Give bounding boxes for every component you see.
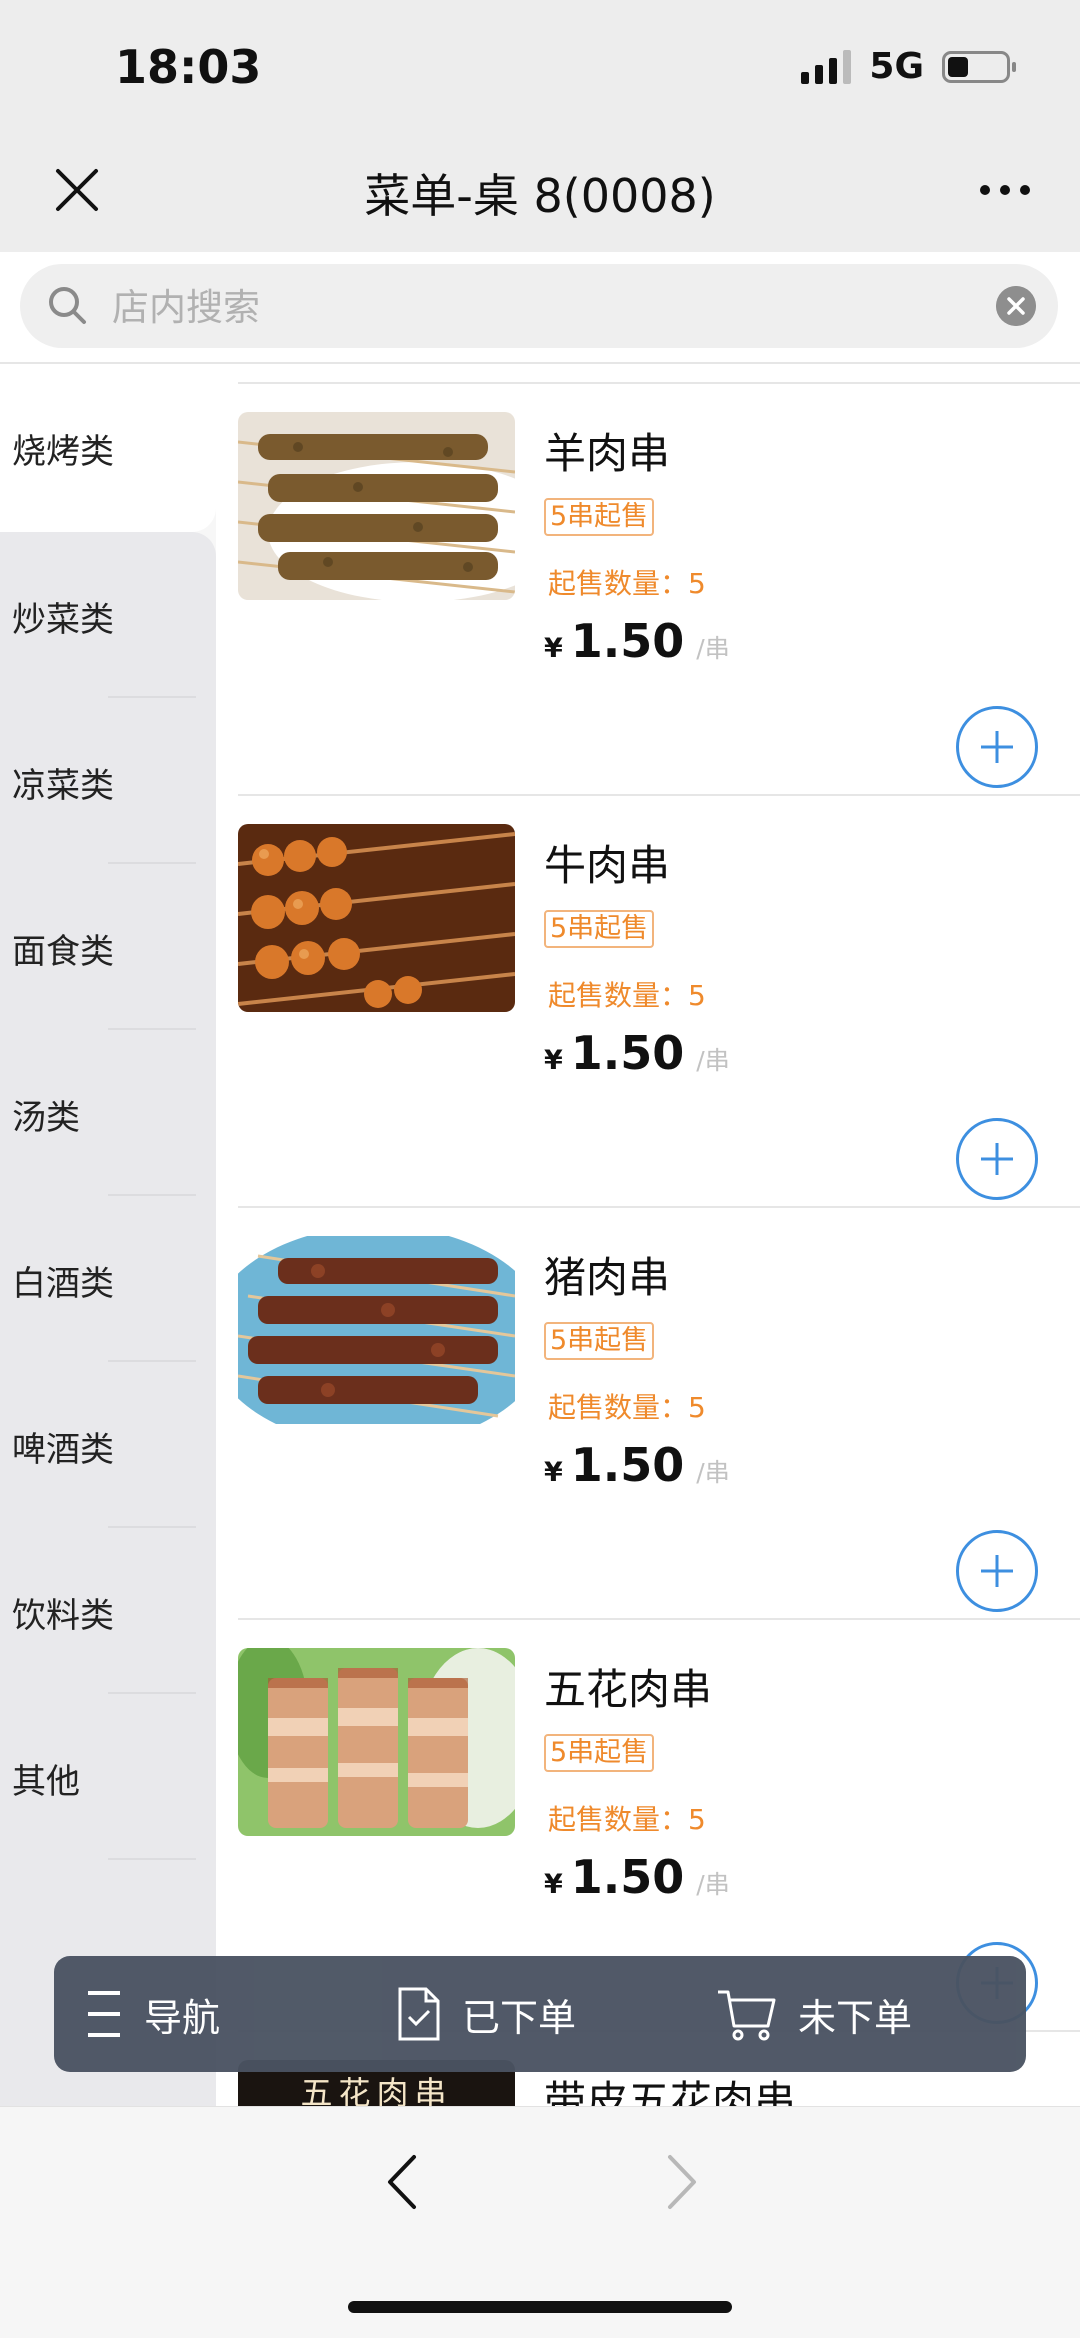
menu-list[interactable]: 羊肉串 5串起售 起售数量：5 ¥1.50/串 牛肉串 5串起售 起售数量：5 … xyxy=(238,364,1080,2106)
cart-icon xyxy=(718,1990,776,2041)
search-input[interactable] xyxy=(110,264,994,350)
menu-item[interactable]: 牛肉串 5串起售 起售数量：5 ¥1.50/串 xyxy=(238,796,1080,1208)
menu-item[interactable]: 羊肉串 5串起售 起售数量：5 ¥1.50/串 xyxy=(238,384,1080,796)
sidebar-item-label: 炒菜类 xyxy=(12,600,114,640)
thumb-caption: 五花肉串 xyxy=(300,2074,453,2106)
network-type: 5G xyxy=(869,46,924,87)
clear-icon[interactable] xyxy=(996,286,1036,326)
sidebar-item-label: 凉菜类 xyxy=(12,766,114,806)
more-icon[interactable] xyxy=(980,185,1030,195)
signal-icon xyxy=(801,49,852,84)
item-price: ¥1.50/串 xyxy=(544,1438,730,1492)
min-order-badge: 5串起售 xyxy=(544,910,655,948)
item-price: ¥1.50/串 xyxy=(544,1026,730,1080)
sidebar-item-label: 啤酒类 xyxy=(12,1430,114,1470)
menu-item[interactable]: 猪肉串 5串起售 起售数量：5 ¥1.50/串 xyxy=(238,1208,1080,1620)
food-image xyxy=(238,824,515,1012)
status-icons: 5G xyxy=(801,46,1016,87)
top-bar: 18:03 5G 菜单-桌 8(0008) xyxy=(0,0,1080,252)
price-unit: /串 xyxy=(696,634,730,663)
item-price: ¥1.50/串 xyxy=(544,1850,730,1904)
nav-label: 导航 xyxy=(144,1995,221,2040)
ordered-label: 已下单 xyxy=(462,1995,577,2040)
currency-symbol: ¥ xyxy=(544,1869,563,1900)
currency-symbol: ¥ xyxy=(544,1457,563,1488)
sidebar-item-label: 白酒类 xyxy=(12,1264,114,1304)
food-image xyxy=(238,1648,515,1836)
back-icon[interactable] xyxy=(380,2147,428,2217)
document-check-icon xyxy=(398,1987,440,2041)
ordered-button[interactable]: 已下单 xyxy=(396,1956,576,2072)
sidebar-item-noodles[interactable]: 面食类 xyxy=(0,864,216,1030)
price-unit: /串 xyxy=(696,1458,730,1487)
item-name: 猪肉串 xyxy=(544,1253,671,1302)
item-name: 羊肉串 xyxy=(544,429,671,478)
sidebar-item-drinks[interactable]: 饮料类 xyxy=(0,1528,216,1694)
currency-symbol: ¥ xyxy=(544,633,563,664)
sidebar-item-label: 其他 xyxy=(12,1762,80,1802)
currency-symbol: ¥ xyxy=(544,1045,563,1076)
status-time: 18:03 xyxy=(115,40,262,94)
min-order-badge: 5串起售 xyxy=(544,1734,655,1772)
sidebar-item-bbq[interactable]: 烧烤类 xyxy=(0,364,216,530)
item-price: ¥1.50/串 xyxy=(544,614,730,668)
price-value: 1.50 xyxy=(570,614,685,668)
item-name: 牛肉串 xyxy=(544,841,671,890)
food-image xyxy=(238,412,515,600)
nav-menu-button[interactable]: 导航 xyxy=(84,1956,220,2072)
sidebar-item-other[interactable]: 其他 xyxy=(0,1694,216,1860)
category-sidebar: 烧烤类 炒菜类 凉菜类 面食类 汤类 白酒类 啤酒类 饮料类 其他 xyxy=(0,364,216,2106)
bottom-toolbar xyxy=(0,2106,1080,2338)
search-bar xyxy=(0,252,1080,362)
min-quantity: 起售数量：5 xyxy=(548,1391,706,1424)
food-image xyxy=(238,1236,515,1424)
battery-icon xyxy=(942,50,1016,83)
add-to-cart-button[interactable] xyxy=(956,1118,1038,1200)
unordered-button[interactable]: 未下单 xyxy=(716,1956,912,2072)
item-name: 带皮五花肉串 xyxy=(544,2077,797,2106)
sidebar-item-beer[interactable]: 啤酒类 xyxy=(0,1362,216,1528)
add-to-cart-button[interactable] xyxy=(956,1530,1038,1612)
home-indicator xyxy=(348,2301,732,2313)
item-name: 五花肉串 xyxy=(544,1665,713,1714)
min-quantity: 起售数量：5 xyxy=(548,979,706,1012)
sidebar-item-label: 烧烤类 xyxy=(12,432,114,472)
list-icon xyxy=(88,1991,120,2037)
price-unit: /串 xyxy=(696,1870,730,1899)
price-unit: /串 xyxy=(696,1046,730,1075)
floating-action-bar: 导航 已下单 未下单 xyxy=(54,1956,1026,2072)
sidebar-item-label: 汤类 xyxy=(12,1098,80,1138)
unordered-label: 未下单 xyxy=(798,1995,913,2040)
sidebar-item-stir-fry[interactable]: 炒菜类 xyxy=(0,532,216,698)
sidebar-item-cold-dishes[interactable]: 凉菜类 xyxy=(0,698,216,864)
min-order-badge: 5串起售 xyxy=(544,498,655,536)
search-box xyxy=(20,264,1058,350)
price-value: 1.50 xyxy=(570,1438,685,1492)
page-title: 菜单-桌 8(0008) xyxy=(364,169,716,223)
add-to-cart-button[interactable] xyxy=(956,706,1038,788)
price-value: 1.50 xyxy=(570,1850,685,1904)
sidebar-item-soup[interactable]: 汤类 xyxy=(0,1030,216,1196)
search-icon xyxy=(49,287,86,324)
sidebar-item-label: 面食类 xyxy=(12,932,114,972)
min-quantity: 起售数量：5 xyxy=(548,1803,706,1836)
min-quantity: 起售数量：5 xyxy=(548,567,706,600)
forward-icon[interactable] xyxy=(656,2147,704,2217)
sidebar-item-liquor[interactable]: 白酒类 xyxy=(0,1196,216,1362)
sidebar-item-label: 饮料类 xyxy=(12,1596,114,1636)
price-value: 1.50 xyxy=(570,1026,685,1080)
min-order-badge: 5串起售 xyxy=(544,1322,655,1360)
